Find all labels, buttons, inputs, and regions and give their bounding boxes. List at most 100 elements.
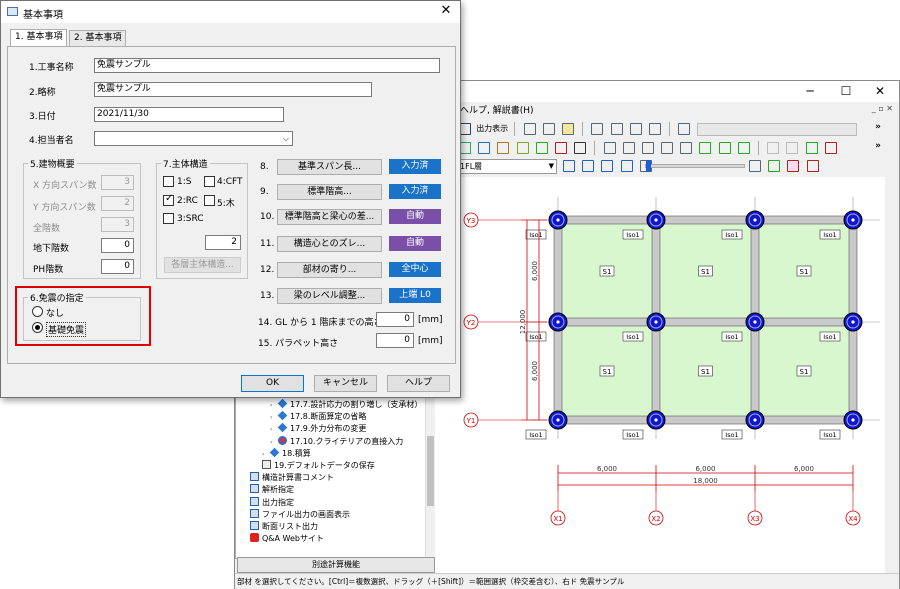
cancel-button[interactable]: キャンセル [314, 375, 377, 392]
chevron-down-icon: ▼ [548, 162, 554, 170]
basement-field[interactable]: 0 [101, 238, 134, 253]
layer-select[interactable]: 1FL層 ▼ [457, 159, 557, 174]
structure-s-checkbox[interactable] [163, 176, 174, 187]
frame-tool-icon[interactable] [737, 142, 750, 154]
plan-canvas[interactable]: S1 S1 S1 S1 S1 S1 Iso1 Iso1 Iso1 Iso1 Iso1 Iso1 Iso1… [435, 177, 885, 573]
rotate-tool-icon[interactable] [641, 142, 654, 154]
setting-button[interactable]: 梁のレベル調整... [277, 288, 382, 304]
tree-item[interactable]: › 17.7.設計応力の割り増し（支承材） [270, 398, 423, 412]
toolbar-overflow-icon[interactable]: » [875, 141, 881, 151]
align-tool-icon[interactable] [699, 142, 712, 154]
project-name-field[interactable]: 免震サンプル [94, 58, 440, 73]
offset-tool-icon[interactable] [680, 142, 693, 154]
structure-wood-checkbox[interactable] [204, 195, 215, 206]
settings-icon[interactable] [648, 123, 661, 135]
abbrev-field[interactable]: 免震サンプル [94, 82, 372, 97]
date-field[interactable]: 2021/11/30 [94, 107, 284, 122]
grid-tool-icon[interactable] [574, 142, 587, 154]
person-select[interactable]: ⌵ [94, 131, 293, 146]
x-axis-label: X3 [750, 515, 759, 523]
toolbar-overflow-icon[interactable]: » [875, 122, 881, 132]
dialog-window-icon [7, 7, 18, 16]
support-tool-icon[interactable] [786, 142, 799, 154]
output-display-button[interactable]: 出力表示 [476, 124, 508, 133]
note-icon[interactable] [561, 123, 574, 135]
tab-basic-2[interactable]: 2. 基本事項 [69, 30, 127, 46]
setting-button[interactable]: 部材の寄り... [277, 262, 382, 278]
app-close-button[interactable]: ✕ [865, 83, 895, 100]
tree-item[interactable]: › 17.10.クライテリアの直接入力 [270, 435, 403, 448]
export-icon[interactable] [629, 123, 642, 135]
tree-item[interactable]: 出力指定 [250, 496, 294, 509]
tree-item[interactable]: › 17.8.断面算定の省略 [270, 410, 366, 424]
gl-field[interactable]: 0 [376, 312, 414, 327]
fix-tool-icon[interactable] [824, 142, 837, 154]
parapet-field[interactable]: 0 [376, 333, 414, 348]
pan-icon[interactable] [768, 160, 781, 172]
ph-field[interactable]: 0 [101, 259, 134, 274]
zoom-slider[interactable] [645, 160, 745, 172]
tree-item[interactable]: 解析指定 [250, 484, 294, 496]
doc-icon [250, 508, 259, 518]
view-top-icon[interactable] [601, 160, 614, 172]
tree-item[interactable]: › 18.積算 [262, 447, 311, 461]
setting-button[interactable]: 標準階高と梁心の差... [277, 209, 382, 225]
setting-button[interactable]: 基準スパン長... [277, 159, 382, 175]
tree-item[interactable]: 断面リスト出力 [250, 521, 318, 533]
structural-plan-drawing[interactable]: S1 S1 S1 S1 S1 S1 Iso1 Iso1 Iso1 Iso1 Iso1 Iso1 Iso1… [435, 177, 885, 573]
mirror-tool-icon[interactable] [661, 142, 674, 154]
structure-value-field[interactable]: 2 [205, 235, 241, 250]
tree-item-label: 17.7.設計応力の割り増し（支承材） [290, 400, 423, 409]
view-icon[interactable] [678, 123, 691, 135]
zoom-slider-thumb[interactable] [646, 160, 651, 172]
zoom-in-icon[interactable] [749, 160, 761, 172]
preview-icon[interactable] [610, 123, 623, 135]
tree-item[interactable]: 19.デフォルトデータの保存 [262, 460, 375, 472]
copy-icon[interactable] [523, 123, 536, 135]
tree-item[interactable]: 構造計算書コメント [250, 472, 334, 484]
expand-icon[interactable]: › [270, 400, 278, 412]
scrollbar-thumb[interactable] [427, 436, 434, 506]
setting-button[interactable]: 標準階高... [277, 184, 382, 200]
load-tool-icon[interactable] [805, 142, 818, 154]
move-tool-icon[interactable] [622, 142, 635, 154]
view-bottom-icon[interactable] [620, 160, 633, 172]
structure-rc-checkbox[interactable] [163, 193, 174, 206]
setting-button[interactable]: 構造心とのズレ... [277, 236, 382, 252]
diamond-icon [277, 423, 288, 433]
setting-status-badge: 上端 L0 [389, 288, 441, 303]
wall-tool-icon[interactable] [516, 142, 529, 154]
ok-button[interactable]: OK [241, 375, 304, 392]
tree-scrollbar[interactable] [425, 396, 435, 559]
dialog-close-button[interactable]: ✕ [438, 3, 454, 18]
building-overview-title: 5.建物概要 [28, 157, 77, 170]
beam-tool-icon[interactable] [497, 142, 510, 154]
minimize-button[interactable]: ─ [795, 83, 825, 100]
node-tool-icon[interactable] [603, 142, 616, 154]
tree-item[interactable]: › 17.9.外力分布の変更 [270, 423, 366, 435]
separate-calc-button[interactable]: 別途計算機能 [237, 557, 435, 573]
brace-tool-icon[interactable] [554, 142, 567, 154]
slab-tool-icon[interactable] [535, 142, 548, 154]
column-tool-icon[interactable] [478, 142, 491, 154]
print-icon[interactable] [591, 123, 604, 135]
help-button[interactable]: ヘルプ [387, 375, 450, 392]
level-tool-icon[interactable] [718, 142, 731, 154]
view-up-icon[interactable] [582, 160, 595, 172]
expand-icon[interactable]: › [270, 412, 278, 424]
tree-item[interactable]: ファイル出力の画面表示 [250, 508, 350, 521]
refresh-icon[interactable] [806, 160, 819, 172]
menu-help[interactable]: ヘルプ, 解説書(H) [460, 103, 534, 116]
structure-cft-checkbox[interactable] [204, 176, 215, 187]
maximize-button[interactable]: ☐ [831, 83, 861, 100]
link-tool-icon[interactable] [767, 142, 780, 154]
view-down-icon[interactable] [563, 160, 575, 172]
expand-icon[interactable]: › [262, 449, 270, 461]
paste-icon[interactable] [542, 123, 555, 135]
tree-item[interactable]: Q&A Webサイト [250, 533, 324, 545]
fit-icon[interactable] [787, 160, 800, 172]
expand-icon[interactable]: › [270, 424, 278, 436]
mdi-controls[interactable]: _ ▫ ✕ [872, 104, 893, 113]
structure-src-checkbox[interactable] [163, 213, 174, 224]
tab-basic-1[interactable]: 1. 基本事項 [10, 29, 68, 47]
